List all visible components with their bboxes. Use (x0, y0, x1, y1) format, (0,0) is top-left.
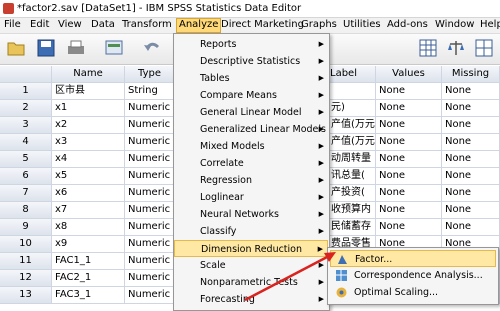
annotation-arrow (244, 252, 336, 302)
arrow-shaft (244, 254, 330, 302)
